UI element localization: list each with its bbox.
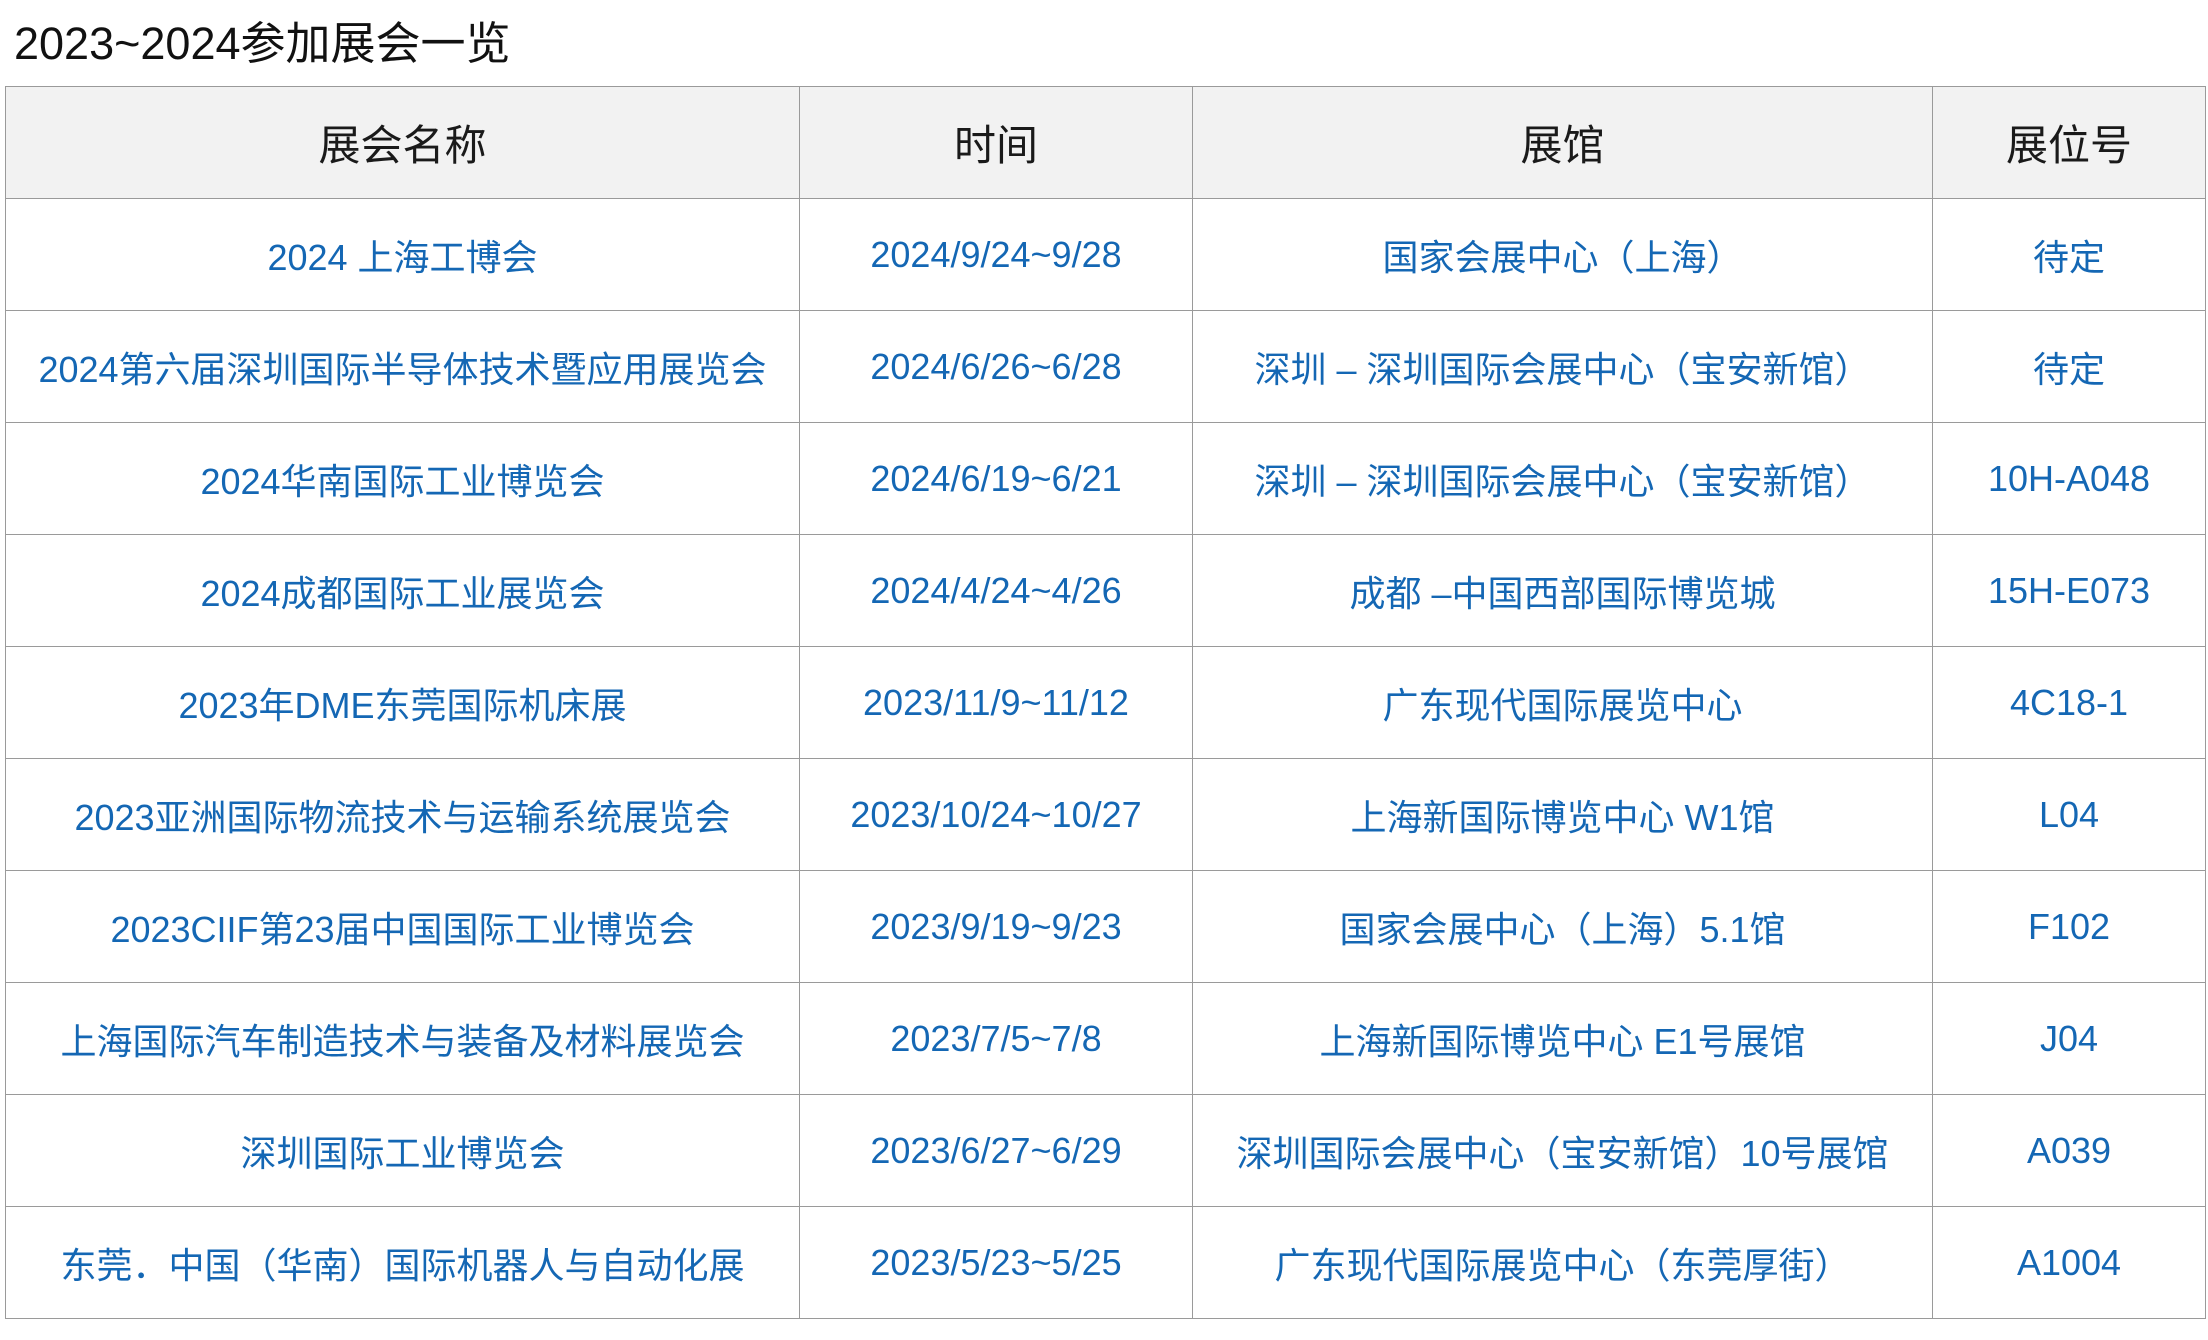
cell-booth-number: F102	[1932, 870, 2206, 983]
cell-time: 2023/5/23~5/25	[799, 1206, 1193, 1319]
table-row: 深圳国际工业博览会 2023/6/27~6/29 深圳国际会展中心（宝安新馆）1…	[5, 1094, 2206, 1207]
cell-exhibition-name[interactable]: 2023亚洲国际物流技术与运输系统展览会	[5, 758, 800, 871]
cell-booth-number: L04	[1932, 758, 2206, 871]
cell-venue: 广东现代国际展览中心（东莞厚街）	[1192, 1206, 1933, 1319]
cell-time: 2023/9/19~9/23	[799, 870, 1193, 983]
table-row: 2024成都国际工业展览会 2024/4/24~4/26 成都 –中国西部国际博…	[5, 534, 2206, 647]
table-row: 2023年DME东莞国际机床展 2023/11/9~11/12 广东现代国际展览…	[5, 646, 2206, 759]
cell-booth-number: A1004	[1932, 1206, 2206, 1319]
cell-exhibition-name[interactable]: 2024成都国际工业展览会	[5, 534, 800, 647]
header-venue: 展馆	[1192, 86, 1933, 199]
cell-booth-number: J04	[1932, 982, 2206, 1095]
cell-venue: 国家会展中心（上海）	[1192, 198, 1933, 311]
cell-venue: 上海新国际博览中心 W1馆	[1192, 758, 1933, 871]
cell-exhibition-name[interactable]: 东莞．中国（华南）国际机器人与自动化展	[5, 1206, 800, 1319]
cell-exhibition-name[interactable]: 2024第六届深圳国际半导体技术暨应用展览会	[5, 310, 800, 423]
cell-booth-number: 10H-A048	[1932, 422, 2206, 535]
table-row: 2023亚洲国际物流技术与运输系统展览会 2023/10/24~10/27 上海…	[5, 758, 2206, 871]
cell-exhibition-name[interactable]: 2024华南国际工业博览会	[5, 422, 800, 535]
cell-time: 2023/6/27~6/29	[799, 1094, 1193, 1207]
cell-time: 2023/11/9~11/12	[799, 646, 1193, 759]
cell-venue: 深圳 – 深圳国际会展中心（宝安新馆）	[1192, 310, 1933, 423]
table-row: 东莞．中国（华南）国际机器人与自动化展 2023/5/23~5/25 广东现代国…	[5, 1206, 2206, 1319]
header-time: 时间	[799, 86, 1193, 199]
table-row: 2024华南国际工业博览会 2024/6/19~6/21 深圳 – 深圳国际会展…	[5, 422, 2206, 535]
table-row: 2024 上海工博会 2024/9/24~9/28 国家会展中心（上海） 待定	[5, 198, 2206, 311]
cell-venue: 国家会展中心（上海）5.1馆	[1192, 870, 1933, 983]
cell-venue: 广东现代国际展览中心	[1192, 646, 1933, 759]
cell-exhibition-name[interactable]: 上海国际汽车制造技术与装备及材料展览会	[5, 982, 800, 1095]
header-exhibition-name: 展会名称	[5, 86, 800, 199]
cell-booth-number: 待定	[1932, 198, 2206, 311]
cell-venue: 成都 –中国西部国际博览城	[1192, 534, 1933, 647]
cell-time: 2023/10/24~10/27	[799, 758, 1193, 871]
cell-exhibition-name[interactable]: 2024 上海工博会	[5, 198, 800, 311]
cell-booth-number: 待定	[1932, 310, 2206, 423]
cell-time: 2023/7/5~7/8	[799, 982, 1193, 1095]
cell-venue: 深圳 – 深圳国际会展中心（宝安新馆）	[1192, 422, 1933, 535]
table-body: 2024 上海工博会 2024/9/24~9/28 国家会展中心（上海） 待定 …	[5, 198, 2206, 1319]
cell-venue: 上海新国际博览中心 E1号展馆	[1192, 982, 1933, 1095]
header-row: 展会名称 时间 展馆 展位号	[5, 86, 2206, 199]
table-row: 2024第六届深圳国际半导体技术暨应用展览会 2024/6/26~6/28 深圳…	[5, 310, 2206, 423]
table-header: 展会名称 时间 展馆 展位号	[5, 86, 2206, 199]
cell-exhibition-name[interactable]: 2023CIIF第23届中国国际工业博览会	[5, 870, 800, 983]
cell-booth-number: A039	[1932, 1094, 2206, 1207]
cell-exhibition-name[interactable]: 深圳国际工业博览会	[5, 1094, 800, 1207]
cell-venue: 深圳国际会展中心（宝安新馆）10号展馆	[1192, 1094, 1933, 1207]
page-title: 2023~2024参加展会一览	[14, 18, 511, 69]
cell-booth-number: 4C18-1	[1932, 646, 2206, 759]
table-row: 上海国际汽车制造技术与装备及材料展览会 2023/7/5~7/8 上海新国际博览…	[5, 982, 2206, 1095]
cell-time: 2024/9/24~9/28	[799, 198, 1193, 311]
cell-time: 2024/6/19~6/21	[799, 422, 1193, 535]
cell-booth-number: 15H-E073	[1932, 534, 2206, 647]
exhibition-table: 展会名称 时间 展馆 展位号 2024 上海工博会 2024/9/24~9/28…	[5, 86, 2206, 1319]
table-row: 2023CIIF第23届中国国际工业博览会 2023/9/19~9/23 国家会…	[5, 870, 2206, 983]
header-booth-number: 展位号	[1932, 86, 2206, 199]
cell-exhibition-name[interactable]: 2023年DME东莞国际机床展	[5, 646, 800, 759]
cell-time: 2024/4/24~4/26	[799, 534, 1193, 647]
cell-time: 2024/6/26~6/28	[799, 310, 1193, 423]
